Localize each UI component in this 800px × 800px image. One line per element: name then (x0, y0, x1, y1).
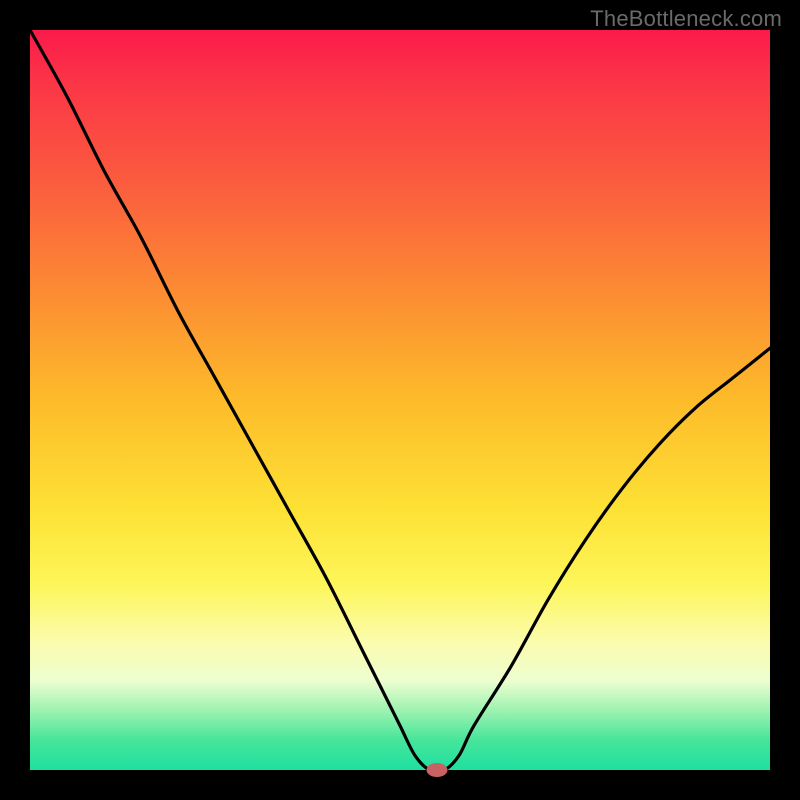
curve-path (30, 30, 770, 770)
watermark-label: TheBottleneck.com (590, 6, 782, 32)
optimum-marker (427, 763, 448, 777)
plot-area (30, 30, 770, 770)
chart-frame: TheBottleneck.com (0, 0, 800, 800)
bottleneck-curve (30, 30, 770, 770)
